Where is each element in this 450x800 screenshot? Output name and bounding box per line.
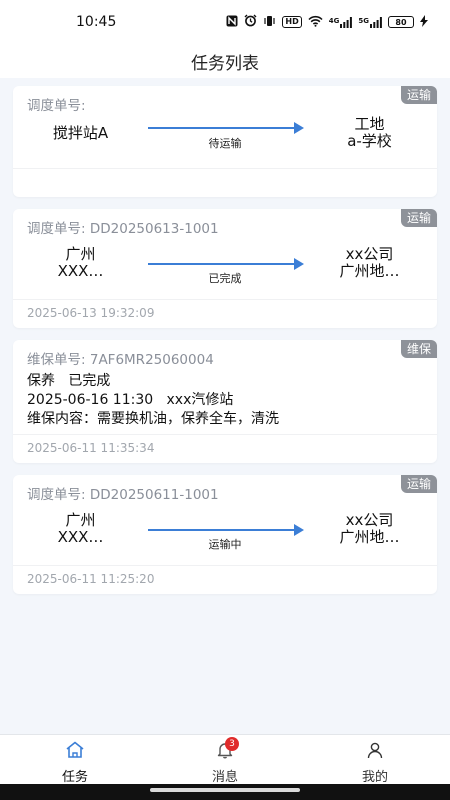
route-status: 已完成 [208, 272, 242, 285]
arrow-line [148, 127, 302, 129]
card-timestamp: 2025-06-11 11:25:20 [13, 565, 437, 594]
card-timestamp [13, 168, 437, 197]
route-status: 待运输 [208, 137, 242, 150]
dispatch-number-value: DD20250613-1001 [89, 221, 219, 237]
card-timestamp: 2025-06-13 19:32:09 [13, 299, 437, 328]
route-destination: xx公司 广州地… [302, 512, 437, 546]
route-origin-line: 广州 [65, 245, 96, 263]
task-card[interactable]: 运输 调度单号: 搅拌站A 待运输 工地 a-学校 [13, 86, 437, 197]
page-header: 任务列表 [0, 44, 450, 78]
arrow-line [148, 529, 302, 531]
arrow-right-icon [294, 122, 304, 134]
task-card[interactable]: 运输 调度单号: DD20250611-1001 广州 XXX… 运输中 xx公… [13, 475, 437, 594]
route-origin-line: XXX… [57, 262, 104, 280]
task-card[interactable]: 运输 调度单号: DD20250613-1001 广州 XXX… 已完成 xx公… [13, 209, 437, 328]
dispatch-number-label: 调度单号: [27, 487, 86, 503]
status-icons: HD 4G 5G 80 [226, 14, 428, 30]
maintenance-content-line: 维保内容：需要换机油，保养全车，清洗 [27, 411, 279, 427]
route-destination-line: xx公司 [345, 245, 394, 263]
battery-icon: 80 [388, 16, 414, 28]
route-destination-line: a-学校 [347, 132, 392, 150]
signal-4g-icon: 4G [328, 16, 353, 28]
dispatch-number-label: 调度单号: [27, 98, 86, 114]
wifi-icon [308, 15, 323, 30]
tab-tasks-label: 任务 [61, 770, 88, 785]
task-type-tag: 运输 [400, 209, 437, 227]
route-origin: 广州 XXX… [13, 246, 148, 280]
alarm-icon [244, 14, 257, 30]
maintenance-schedule-line: 2025-06-16 11:30 xxx汽修站 [27, 392, 234, 408]
route-destination-line: 广州地… [339, 528, 400, 546]
dispatch-number: 调度单号: DD20250611-1001 [13, 475, 437, 503]
route: 广州 XXX… 运输中 xx公司 广州地… [13, 503, 437, 555]
charging-icon [420, 14, 428, 30]
page-title: 任务列表 [191, 53, 259, 74]
task-type-tag: 运输 [400, 475, 437, 493]
route-destination: 工地 a-学校 [302, 116, 437, 150]
nfc-icon [226, 15, 238, 30]
route: 广州 XXX… 已完成 xx公司 广州地… [13, 237, 437, 289]
route-destination-line: 工地 [354, 115, 385, 133]
dispatch-number: 调度单号: DD20250613-1001 [13, 209, 437, 237]
signal-5g-icon: 5G [358, 16, 382, 28]
maintenance-status-line: 保养 已完成 [27, 373, 111, 389]
home-indicator[interactable] [150, 788, 300, 792]
task-list: 运输 调度单号: 搅拌站A 待运输 工地 a-学校 运输 调度单号: DD202… [13, 86, 437, 606]
tab-mine-label: 我的 [361, 770, 388, 785]
maintenance-number-value: 7AF6MR25060004 [89, 352, 214, 368]
status-time: 10:45 [76, 14, 117, 30]
route-origin-line: 广州 [65, 511, 96, 529]
route-arrow: 待运输 [148, 107, 304, 159]
route-destination-line: 广州地… [339, 262, 400, 280]
home-icon [65, 741, 85, 763]
maintenance-card[interactable]: 维保 维保单号: 7AF6MR25060004 保养 已完成 2025-06-1… [13, 340, 437, 463]
arrow-right-icon [294, 258, 304, 270]
route-origin-line: 搅拌站A [52, 123, 109, 142]
task-type-tag: 运输 [400, 86, 437, 104]
arrow-line [148, 263, 302, 265]
route-origin: 搅拌站A [13, 123, 148, 142]
route-arrow: 已完成 [148, 237, 304, 289]
messages-badge: 3 [225, 737, 239, 751]
tab-tasks[interactable]: 任务 [0, 735, 150, 785]
tab-mine[interactable]: 我的 [300, 735, 450, 785]
route-status: 运输中 [208, 538, 242, 551]
route-destination: xx公司 广州地… [302, 246, 437, 280]
arrow-right-icon [294, 524, 304, 536]
bottom-tab-bar: 任务 3 消息 我的 [0, 734, 450, 785]
maintenance-details: 保养 已完成 2025-06-16 11:30 xxx汽修站 维保内容：需要换机… [13, 368, 437, 433]
route-destination-line: xx公司 [345, 511, 394, 529]
signal-4g-label: 4G [328, 16, 340, 25]
route-origin: 广州 XXX… [13, 512, 148, 546]
hd-icon: HD [282, 16, 302, 28]
dispatch-number-value: DD20250611-1001 [89, 487, 219, 503]
route: 搅拌站A 待运输 工地 a-学校 [13, 110, 437, 156]
vibrate-icon [263, 15, 276, 30]
dispatch-number-label: 调度单号: [27, 221, 86, 237]
tab-messages-label: 消息 [211, 770, 238, 785]
user-icon [366, 741, 384, 763]
system-nav-bar [0, 784, 450, 800]
task-type-tag: 维保 [400, 340, 437, 358]
tab-messages[interactable]: 3 消息 [150, 735, 300, 785]
maintenance-number: 维保单号: 7AF6MR25060004 [13, 340, 437, 368]
maintenance-number-label: 维保单号: [27, 352, 86, 368]
route-origin-line: XXX… [57, 528, 104, 546]
card-timestamp: 2025-06-11 11:35:34 [13, 434, 437, 463]
signal-5g-label: 5G [358, 16, 369, 25]
status-bar: 10:45 HD 4G 5G 80 [0, 0, 450, 44]
route-arrow: 运输中 [148, 503, 304, 555]
